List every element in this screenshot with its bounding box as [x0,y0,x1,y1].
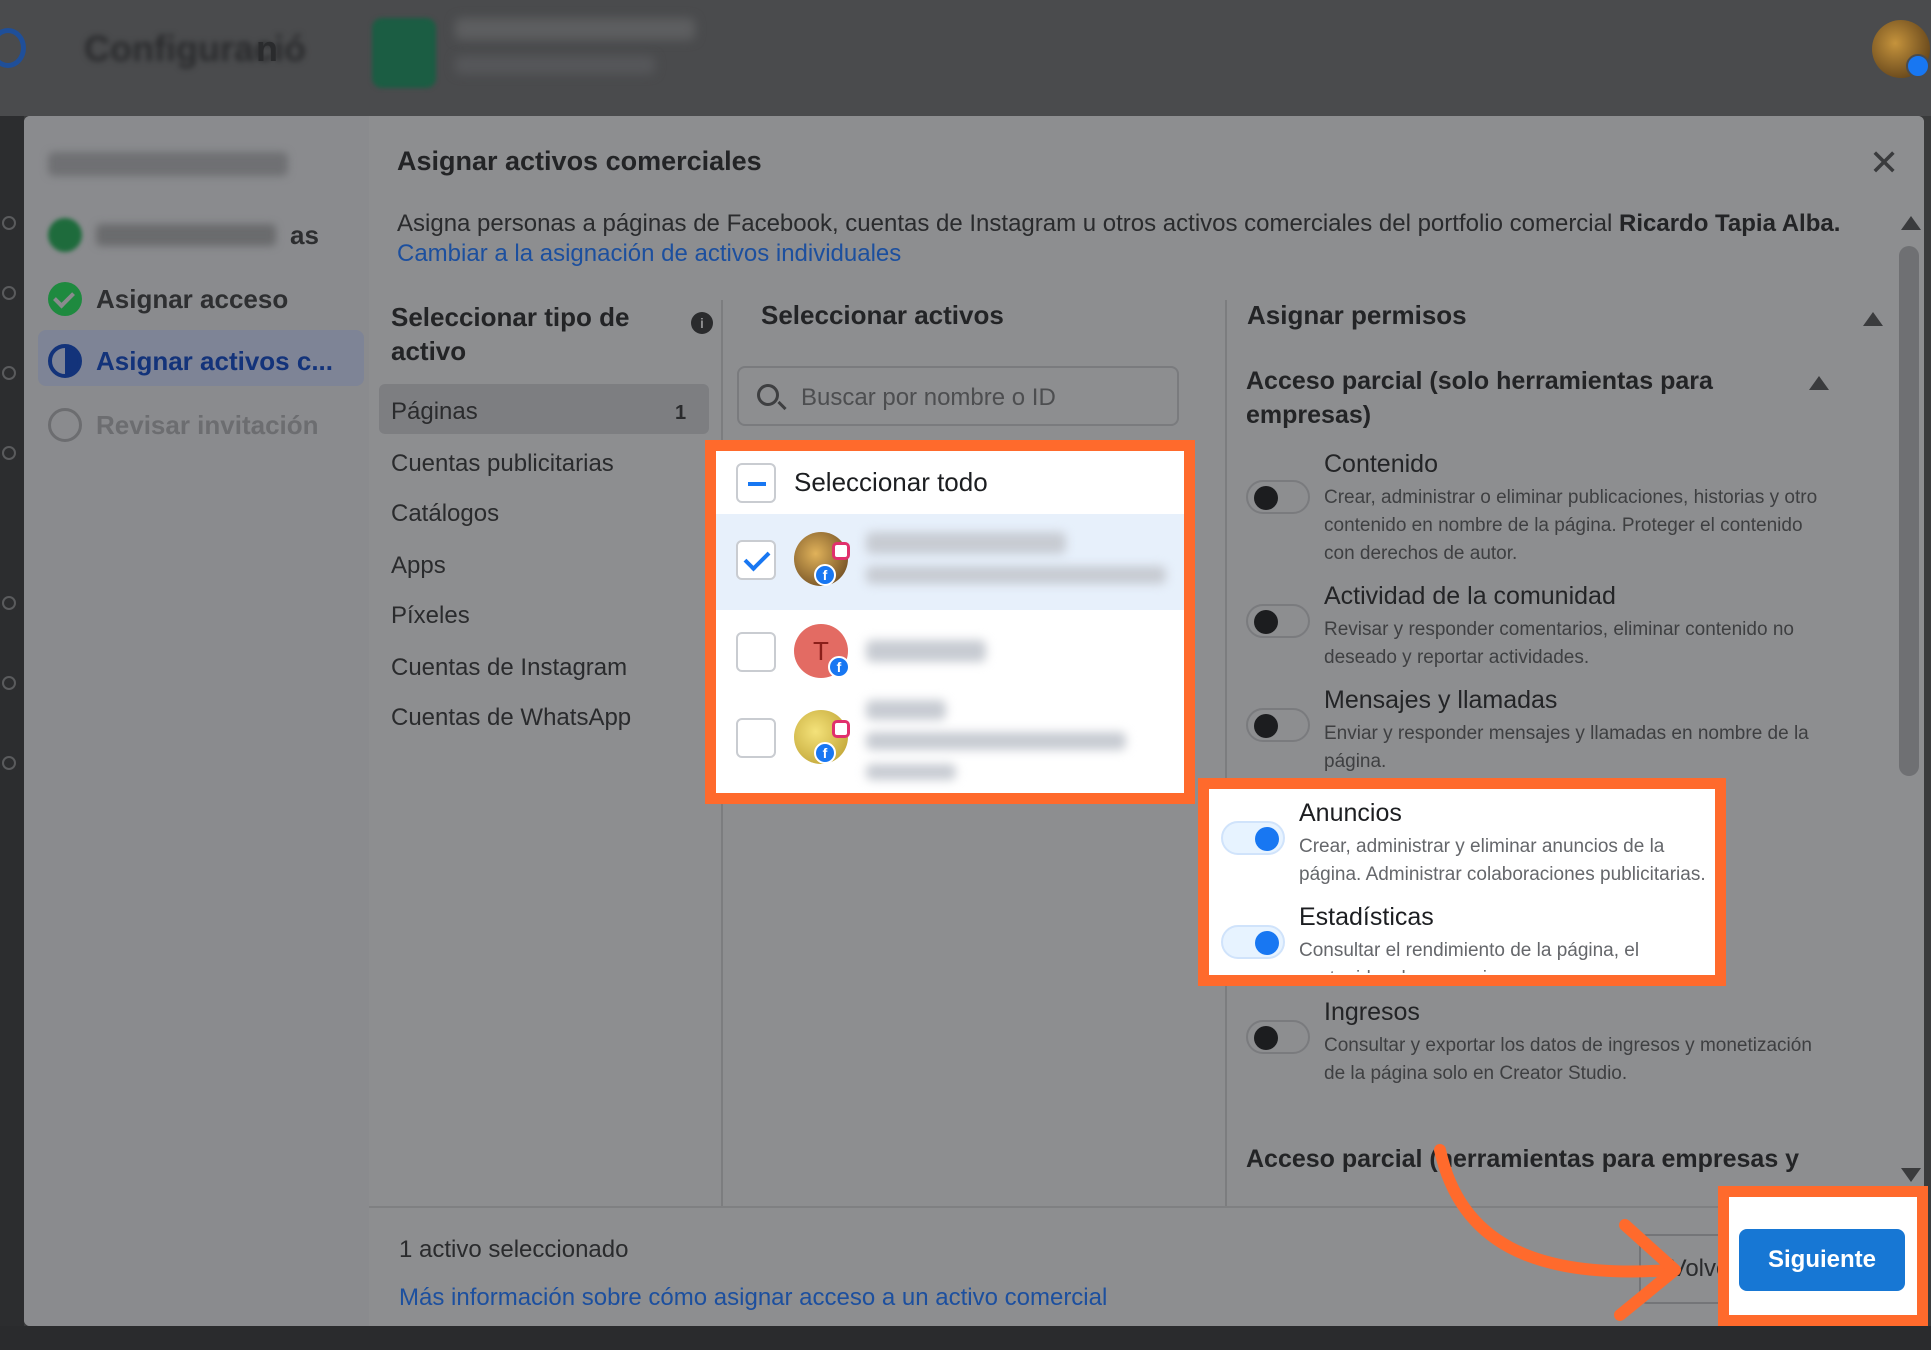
community-toggle[interactable] [1246,604,1310,638]
next-button[interactable]: Siguiente [1739,1229,1905,1291]
step-assign-access[interactable]: Asignar acceso [48,282,288,316]
nav-icon[interactable] [2,676,16,690]
meta-logo-icon [0,28,26,68]
top-bar: Configuració n [0,0,1931,116]
select-all-label: Seleccionar todo [794,467,988,497]
scrollbar-thumb[interactable] [1899,246,1919,776]
content-toggle[interactable] [1246,480,1310,514]
step-review-invitation: Revisar invitación [48,408,319,442]
info-icon[interactable]: i [691,312,713,334]
asset-meta-blurred [866,764,956,780]
partial-access-section: Acceso parcial (solo herramientas para e… [1246,367,1713,429]
asset-row[interactable]: f [716,514,1184,610]
asset-type-whatsapp[interactable]: Cuentas de WhatsApp [391,704,631,732]
asset-checkbox[interactable] [736,632,776,672]
enabled-permissions-highlight: Anuncios Crear, administrar y eliminar a… [1198,778,1726,986]
asset-name-blurred [866,532,1066,554]
portfolio-name: Ricardo Tapia Alba. [1619,210,1841,237]
help-link[interactable]: Más información sobre cómo asignar acces… [399,1284,1107,1312]
permissions-header: Asignar permisos [1247,300,1467,330]
asset-type-header: Seleccionar tipo de activo [391,302,630,366]
asset-name-blurred [866,700,946,720]
assets-list-highlight: Seleccionar todo f T f f [705,440,1195,804]
nav-icon[interactable] [2,366,16,380]
permission-insights: Estadísticas Consultar el rendimiento de… [1221,903,1701,973]
scroll-down-icon[interactable] [1901,1168,1921,1182]
dialog-description: Asigna personas a páginas de Facebook, c… [397,210,1841,237]
step-done-icon [48,218,82,252]
instagram-icon [832,542,850,560]
next-button-highlight: Siguiente [1718,1186,1928,1326]
asset-type-instagram[interactable]: Cuentas de Instagram [391,654,627,682]
nav-icon[interactable] [2,216,16,230]
search-icon [757,384,779,406]
switch-individual-link[interactable]: Cambiar a la asignación de activos indiv… [397,240,901,268]
revenue-toggle[interactable] [1246,1020,1310,1054]
portfolio-name-blurred [455,18,695,40]
collapse-arrow-icon[interactable] [1863,312,1883,326]
column-divider [1225,300,1227,1206]
asset-row[interactable]: T f [716,610,1184,696]
facebook-icon: f [814,742,836,764]
check-circle-icon [48,282,82,316]
step-label: Asignar activos c... [96,345,333,376]
instagram-icon [832,720,850,738]
portfolio-sub-blurred [455,56,655,74]
section-collapse-icon[interactable] [1809,376,1829,390]
assets-header: Seleccionar activos [761,300,1004,330]
facebook-badge-icon [1906,54,1930,78]
portfolio-icon[interactable] [372,18,436,88]
steps-title-blurred [48,152,288,176]
messages-toggle[interactable] [1246,708,1310,742]
facebook-icon: f [814,564,836,586]
ads-toggle[interactable] [1221,821,1285,855]
nav-icon[interactable] [2,446,16,460]
step-label: as [290,219,319,250]
half-circle-icon [48,344,82,378]
nav-icon[interactable] [2,286,16,300]
asset-meta-blurred [866,566,1166,584]
scroll-up-icon[interactable] [1901,216,1921,230]
dialog-title: Asignar activos comerciales [397,146,762,176]
empty-circle-icon [48,408,82,442]
asset-type-pages[interactable]: Páginas [391,398,478,426]
wizard-steps: as Asignar acceso Asignar activos c... R… [24,116,369,1326]
facebook-icon: f [828,656,850,678]
asset-search-field[interactable]: Buscar por nombre o ID [737,366,1179,426]
nav-icon[interactable] [2,596,16,610]
search-placeholder: Buscar por nombre o ID [801,384,1056,411]
asset-type-catalogs[interactable]: Catálogos [391,500,499,528]
pages-count-badge: 1 [675,402,687,424]
asset-type-pixels[interactable]: Píxeles [391,602,470,630]
nav-icon[interactable] [2,756,16,770]
asset-type-apps[interactable]: Apps [391,552,446,580]
asset-meta-blurred [866,732,1126,750]
step-assign-assets[interactable]: Asignar activos c... [48,344,333,378]
asset-checkbox[interactable] [736,540,776,580]
close-icon[interactable]: ✕ [1869,142,1899,184]
annotation-arrow-icon [1434,1144,1681,1321]
select-all-checkbox[interactable] [736,463,776,503]
step-label: Asignar acceso [96,283,289,314]
page-title-end: n [256,28,278,69]
selected-count: 1 activo seleccionado [399,1236,629,1263]
insights-toggle[interactable] [1221,925,1285,959]
step-label: Revisar invitación [96,409,319,440]
asset-row[interactable]: f [716,696,1184,796]
step-select-people[interactable]: as [48,218,319,252]
left-nav-strip [0,116,24,1350]
asset-name-blurred [866,640,986,662]
asset-checkbox[interactable] [736,718,776,758]
asset-type-ad-accounts[interactable]: Cuentas publicitarias [391,450,614,478]
